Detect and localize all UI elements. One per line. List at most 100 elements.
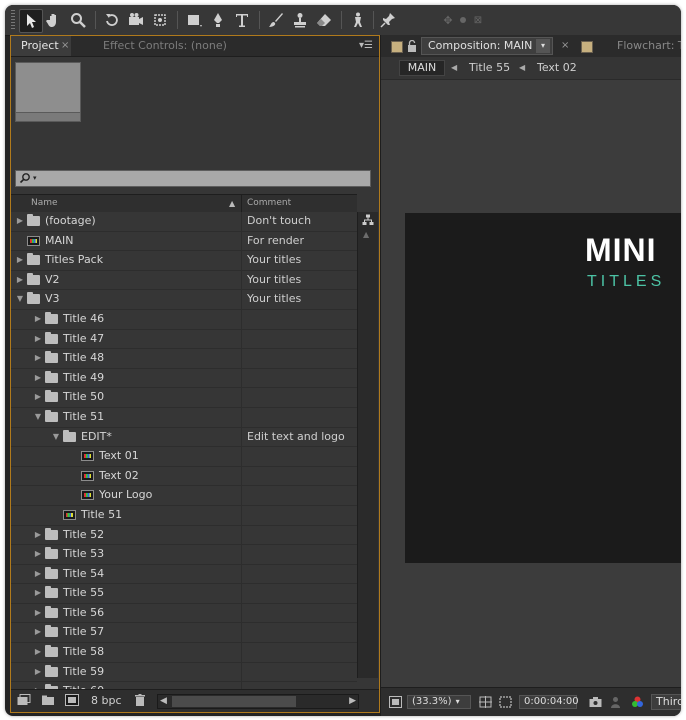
tab-composition-main[interactable]: Composition: MAIN ▾	[421, 37, 553, 55]
column-comment-header[interactable]: Comment	[247, 195, 291, 212]
project-item-row[interactable]: ▼ EDIT* Edit text and logo	[11, 427, 357, 448]
axis-local-icon[interactable]: ✥	[441, 9, 455, 31]
project-item-row[interactable]: Title 51	[11, 505, 357, 526]
pin-tool-icon[interactable]	[377, 9, 399, 31]
channel-rgb-icon[interactable]	[631, 696, 644, 708]
composition-viewer[interactable]: MINI TITLES	[381, 80, 681, 687]
expand-right-icon[interactable]: ▶	[16, 271, 24, 289]
new-composition-icon[interactable]	[65, 694, 79, 706]
toolbar-grip[interactable]	[11, 10, 15, 30]
expand-right-icon[interactable]: ▶	[34, 310, 42, 328]
tab-project-close-icon[interactable]: ×	[61, 36, 69, 56]
scrollbar-thumb[interactable]	[172, 696, 296, 707]
project-item-row[interactable]: ▶ Title 56	[11, 603, 357, 624]
expand-right-icon[interactable]: ▶	[34, 565, 42, 583]
tab-effect-controls[interactable]: Effect Controls: (none)	[103, 36, 227, 56]
expand-right-icon[interactable]: ▶	[34, 604, 42, 622]
expand-down-icon[interactable]: ▼	[16, 290, 24, 308]
bit-depth-button[interactable]: 8 bpc	[91, 690, 122, 712]
expand-right-icon[interactable]: ▶	[34, 623, 42, 641]
always-preview-icon[interactable]	[389, 696, 402, 708]
breadcrumb-title-55[interactable]: Title 55	[469, 57, 510, 79]
view-layout-dropdown[interactable]: Third	[651, 694, 681, 710]
expand-right-icon[interactable]: ▶	[16, 212, 24, 230]
project-item-row[interactable]: MAIN For render	[11, 231, 357, 252]
project-item-row[interactable]: ▶ Title 53	[11, 545, 357, 565]
project-item-row[interactable]: ▶ Title 48	[11, 349, 357, 369]
zoom-tool-icon[interactable]	[67, 9, 89, 31]
column-name-header[interactable]: Name	[31, 195, 58, 212]
project-item-row[interactable]: ▼ Title 51	[11, 407, 357, 428]
column-separator[interactable]	[241, 195, 242, 212]
expand-right-icon[interactable]: ▶	[34, 388, 42, 406]
tab-composition-close-icon[interactable]: ×	[561, 35, 569, 57]
region-of-interest-icon[interactable]	[499, 696, 512, 708]
pen-tool-icon[interactable]	[207, 9, 229, 31]
project-item-row[interactable]: ▶ Title 58	[11, 643, 357, 663]
project-item-row[interactable]: ▶ Title 54	[11, 564, 357, 585]
expand-right-icon[interactable]: ▶	[34, 330, 42, 348]
project-item-row[interactable]: ▶ Title 49	[11, 368, 357, 389]
show-snapshot-icon[interactable]	[609, 696, 622, 708]
scroll-up-arrow-icon[interactable]: ▲	[363, 230, 369, 239]
expand-right-icon[interactable]: ▶	[34, 663, 42, 681]
breadcrumb-main[interactable]: MAIN	[399, 60, 445, 76]
project-item-row[interactable]: ▶ Title 52	[11, 525, 357, 546]
project-item-row[interactable]: ▶ Title 57	[11, 623, 357, 644]
expand-right-icon[interactable]: ▶	[34, 584, 42, 602]
scroll-left-arrow-icon[interactable]: ◀	[160, 695, 167, 708]
puppet-pin-tool-icon[interactable]	[347, 9, 369, 31]
project-item-row[interactable]: Your Logo	[11, 486, 357, 506]
current-time-field[interactable]: 0:00:04:00	[519, 695, 579, 709]
comp-label-color-swatch[interactable]	[391, 41, 403, 53]
interpret-footage-icon[interactable]	[17, 694, 31, 706]
expand-right-icon[interactable]: ▶	[34, 643, 42, 661]
axis-view-icon[interactable]: ⊠	[471, 9, 485, 31]
project-search-input[interactable]: ▾	[15, 170, 371, 187]
new-folder-icon[interactable]	[41, 694, 55, 706]
selection-tool-icon[interactable]	[19, 9, 43, 33]
axis-world-icon[interactable]	[457, 9, 469, 31]
project-item-row[interactable]: ▶ Titles Pack Your titles	[11, 251, 357, 271]
project-vertical-scrollbar[interactable]: ▲	[357, 212, 378, 678]
expand-right-icon[interactable]: ▶	[34, 545, 42, 563]
expand-down-icon[interactable]: ▼	[34, 408, 42, 426]
search-dropdown-icon[interactable]: ▾	[33, 171, 37, 185]
panel-menu-icon[interactable]: ▾☰	[359, 36, 373, 56]
project-item-row[interactable]: ▶ Title 50	[11, 388, 357, 408]
rectangle-tool-icon[interactable]	[183, 9, 205, 31]
expand-right-icon[interactable]: ▶	[34, 369, 42, 387]
expand-down-icon[interactable]: ▼	[52, 428, 60, 446]
composition-dropdown-icon[interactable]: ▾	[536, 39, 550, 53]
project-item-row[interactable]: ▶ Title 59	[11, 662, 357, 683]
flowchart-icon[interactable]	[362, 214, 374, 226]
pan-behind-tool-icon[interactable]	[149, 9, 171, 31]
breadcrumb-text-02[interactable]: Text 02	[537, 57, 577, 79]
project-item-row[interactable]: ▶ V2 Your titles	[11, 270, 357, 291]
brush-tool-icon[interactable]	[265, 9, 287, 31]
expand-right-icon[interactable]: ▶	[16, 251, 24, 269]
project-item-row[interactable]: Text 01	[11, 447, 357, 467]
lock-icon[interactable]	[407, 39, 417, 52]
expand-right-icon[interactable]: ▶	[34, 526, 42, 544]
grid-overlay-icon[interactable]	[479, 696, 492, 708]
project-item-row[interactable]: ▶ Title 55	[11, 584, 357, 604]
hand-tool-icon[interactable]	[43, 9, 65, 31]
sort-ascending-icon[interactable]: ▲	[229, 195, 235, 212]
project-item-row[interactable]: ▶ Title 47	[11, 329, 357, 350]
camera-tool-icon[interactable]	[125, 9, 147, 31]
project-item-row[interactable]: ▼ V3 Your titles	[11, 290, 357, 310]
tab-flowchart[interactable]: Flowchart: Tit	[617, 35, 681, 57]
project-item-row[interactable]: ▶ (footage) Don't touch	[11, 212, 357, 232]
project-horizontal-scrollbar[interactable]: ◀ ▶	[157, 694, 359, 709]
clone-stamp-tool-icon[interactable]	[289, 9, 311, 31]
project-item-row[interactable]: Text 02	[11, 466, 357, 487]
eraser-tool-icon[interactable]	[313, 9, 335, 31]
expand-right-icon[interactable]: ▶	[34, 349, 42, 367]
rotation-tool-icon[interactable]	[101, 9, 123, 31]
type-tool-icon[interactable]	[231, 9, 253, 31]
scroll-right-arrow-icon[interactable]: ▶	[349, 695, 356, 708]
trash-icon[interactable]	[133, 694, 147, 706]
snapshot-camera-icon[interactable]	[589, 696, 602, 708]
magnification-dropdown[interactable]: (33.3%) ▾	[407, 695, 471, 709]
